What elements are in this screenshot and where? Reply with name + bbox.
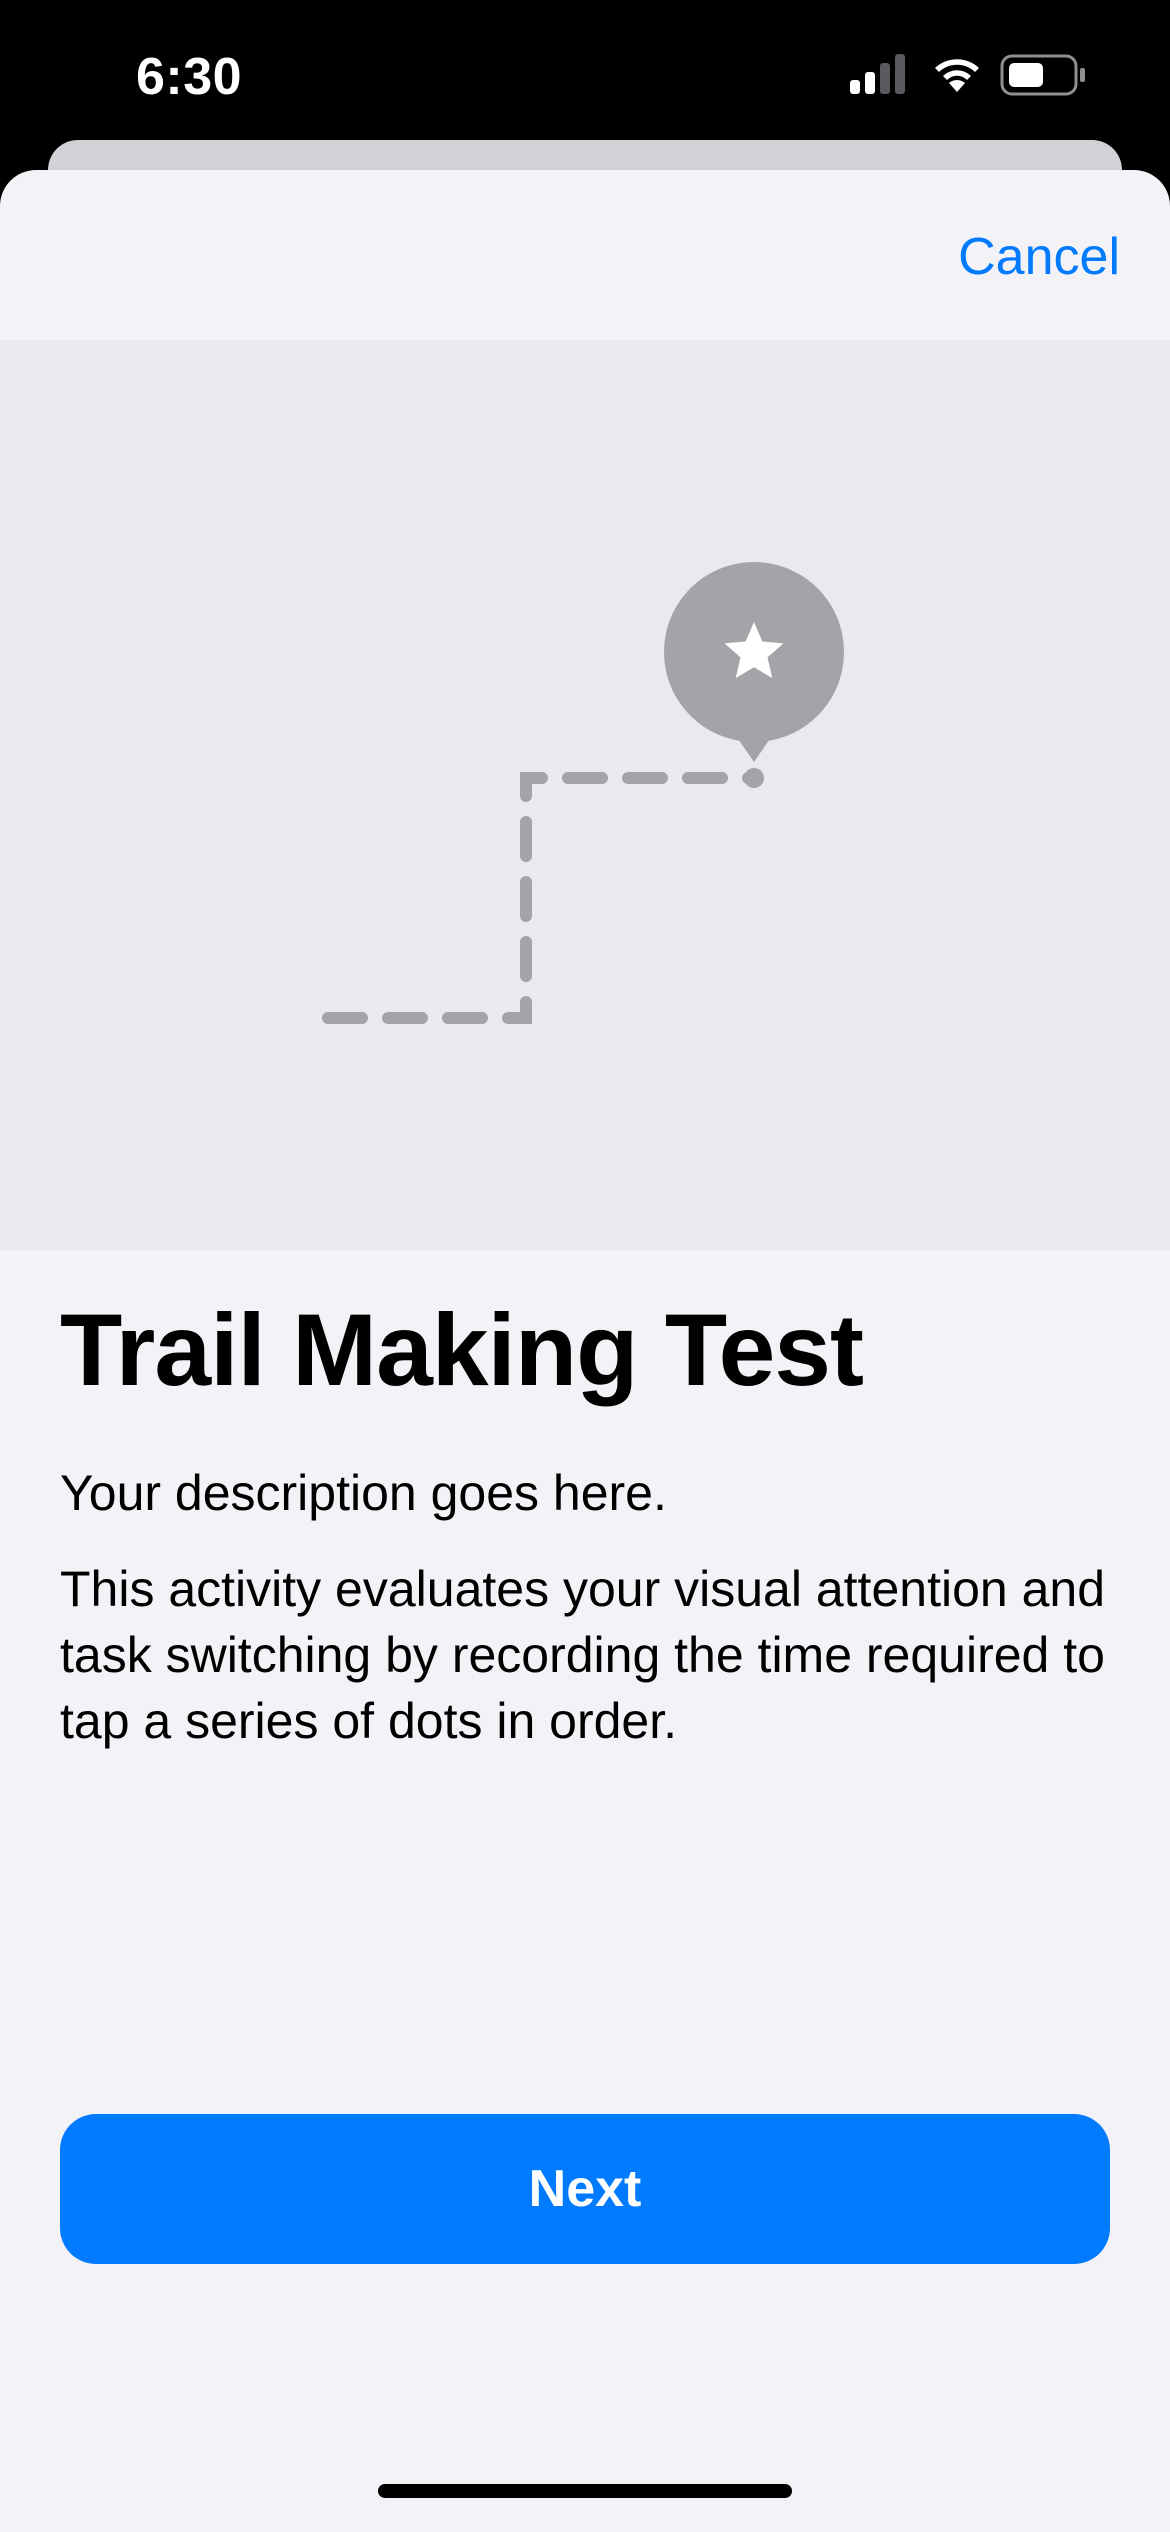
content: Trail Making Test Your description goes … (60, 1290, 1110, 1754)
details-text: This activity evaluates your visual atte… (60, 1561, 1105, 1749)
modal-sheet: Cancel Trail Making Test Your descriptio… (0, 170, 1170, 2532)
cellular-signal-icon (850, 54, 905, 94)
navigation-bar: Cancel (0, 170, 1170, 340)
dashed-trail-path (322, 772, 760, 1024)
next-button[interactable]: Next (60, 2114, 1110, 2264)
star-pin-icon (664, 562, 844, 762)
cancel-button[interactable]: Cancel (958, 224, 1120, 290)
illustration (0, 340, 1170, 1250)
trail-end-dot (744, 768, 764, 788)
status-icons (850, 54, 1090, 102)
home-indicator (378, 2484, 792, 2498)
status-time: 6:30 (136, 48, 243, 106)
description-text: Your description goes here. (60, 1465, 667, 1521)
screen: 6:30 Cancel Trail Making Test Your descr… (0, 0, 1170, 2532)
page-title: Trail Making Test (60, 1293, 864, 1407)
trail-illustration (322, 562, 844, 1024)
status-bar: 6:30 (0, 0, 1170, 150)
wifi-icon (935, 59, 979, 92)
battery-icon (1000, 54, 1085, 96)
